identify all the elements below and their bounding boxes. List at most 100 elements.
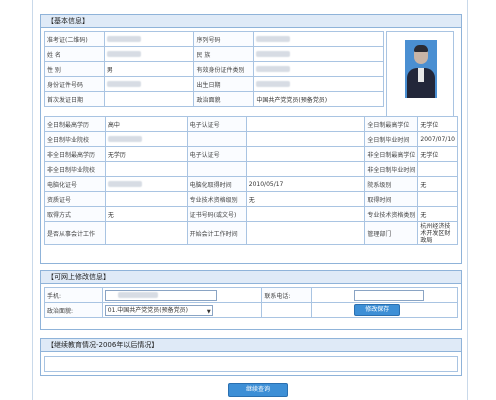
- redacted-value: [106, 51, 141, 57]
- field-label: 序列号码: [193, 31, 255, 47]
- field-label: 电脑化取得时间: [186, 176, 247, 192]
- field-value: 无: [104, 206, 188, 222]
- field-label: 电脑化证号: [44, 176, 106, 192]
- field-value: [104, 176, 188, 192]
- field-label: 姓 名: [44, 46, 105, 62]
- field-value: [103, 91, 195, 107]
- redacted-value: [256, 66, 291, 72]
- contact-input[interactable]: [354, 289, 425, 301]
- continuing-education-body: [44, 356, 458, 372]
- field-value: [253, 46, 384, 62]
- political-select[interactable]: 01.中国共产党党员(预备党员) ▼: [104, 304, 213, 316]
- field-value: 杭州经济技术开发区财政局: [417, 221, 458, 245]
- field-label: 全日制最高学位: [364, 116, 419, 132]
- redacted-value: [106, 36, 141, 42]
- table-row: 电脑化证号 电脑化取得时间 2010/05/17 院系级别无: [44, 176, 458, 192]
- field-value: [417, 191, 458, 207]
- redacted-value: [256, 51, 291, 57]
- basic-info-header: 【基本信息】: [41, 15, 461, 28]
- page-frame: 【基本信息】 准考证(二维码) 序列号码姓 名 民 族性 别男有效身份证件类别 身份证…: [32, 0, 468, 400]
- field-label: 证书号码(或文号): [186, 206, 247, 222]
- field-label: 全日制毕业时间: [364, 131, 419, 147]
- continue-query-button[interactable]: 继续查询: [228, 383, 288, 397]
- basic-info-table: 准考证(二维码) 序列号码姓 名 民 族性 别男有效身份证件类别 身份证件号码 出生日期…: [44, 31, 384, 107]
- field-label: 院系级别: [364, 176, 419, 192]
- table-row: 非全日制最高学历 无学历 电子认证号 非全日制最高学位 无学位: [44, 146, 458, 162]
- field-value: [104, 221, 188, 245]
- redacted-value: [107, 136, 142, 142]
- table-row: 性 别男有效身份证件类别: [44, 61, 384, 77]
- field-label: 是否从事会计工作: [44, 221, 106, 245]
- editable-table: 手机: 联系电话: 政治面貌: 01.中国共产党党员(预备党员) ▼ 修改保存: [44, 287, 458, 318]
- field-value: 无: [417, 176, 458, 192]
- table-row: 准考证(二维码) 序列号码: [44, 31, 384, 47]
- table-row: 是否从事会计工作 开始会计工作时间 管理部门 杭州经济技术开发区财政局: [44, 221, 458, 245]
- field-label: 有效身份证件类别: [193, 61, 255, 77]
- field-label: 取得方式: [44, 206, 106, 222]
- redacted-value: [256, 36, 291, 42]
- basic-info-section: 【基本信息】 准考证(二维码) 序列号码姓 名 民 族性 别男有效身份证件类别 身份证…: [40, 14, 462, 264]
- field-value: 2007/07/10: [417, 131, 458, 147]
- field-value: [245, 116, 366, 132]
- table-row: 政治面貌: 01.中国共产党党员(预备党员) ▼ 修改保存: [44, 302, 458, 318]
- field-label: 非全日制最高学位: [364, 146, 419, 162]
- field-value: 中国共产党党员(预备党员): [253, 91, 384, 107]
- political-cell: 01.中国共产党党员(预备党员) ▼: [101, 302, 263, 318]
- field-label: 非全日制最高学历: [44, 146, 106, 162]
- education-table: 全日制最高学历 高中 电子认证号 全日制最高学位 无学位 全日制毕业院校 全日制毕业时间 20…: [44, 116, 458, 245]
- table-row: 全日制毕业院校 全日制毕业时间 2007/07/10: [44, 131, 458, 147]
- field-value: [245, 131, 366, 147]
- field-label: 开始会计工作时间: [186, 221, 247, 245]
- field-label: 身份证件号码: [44, 76, 105, 92]
- field-label: 电子认证号: [186, 116, 247, 132]
- field-value: [253, 31, 384, 47]
- field-label: 专业技术资格类别: [364, 206, 419, 222]
- table-row: 姓 名民 族: [44, 46, 384, 62]
- redacted-value: [107, 181, 142, 187]
- contact-cell: [311, 287, 458, 303]
- field-label: 非全日制毕业时间: [364, 161, 419, 177]
- table-row: 全日制最高学历 高中 电子认证号 全日制最高学位 无学位: [44, 116, 458, 132]
- field-label: 资质证号: [44, 191, 106, 207]
- field-value: 无: [417, 206, 458, 222]
- table-row: 非全日制毕业院校 非全日制毕业时间: [44, 161, 458, 177]
- field-label: 性 别: [44, 61, 105, 77]
- redacted-value: [256, 81, 291, 87]
- field-value: [245, 206, 366, 222]
- field-value: [104, 161, 188, 177]
- save-button[interactable]: 修改保存: [354, 304, 401, 316]
- field-label: 出生日期: [193, 76, 255, 92]
- field-value: 无: [245, 191, 366, 207]
- field-value: [245, 221, 366, 245]
- table-row: 取得方式无证书号码(或文号) 专业技术资格类别无: [44, 206, 458, 222]
- table-row: 手机: 联系电话:: [44, 287, 458, 303]
- chevron-down-icon: ▼: [206, 308, 211, 315]
- table-row: 资质证号 专业技术资格级别无取得时间: [44, 191, 458, 207]
- continuing-education-header: 【继续教育情况-2006年以后情况】: [41, 339, 461, 352]
- field-value: [417, 161, 458, 177]
- table-row: 首次发证日期 政治面貌 中国共产党党员(预备党员): [44, 91, 384, 107]
- field-value: [253, 61, 384, 77]
- contact-label: 联系电话:: [261, 287, 313, 303]
- id-photo: [405, 40, 437, 98]
- field-label: 首次发证日期: [44, 91, 105, 107]
- field-label: 非全日制毕业院校: [44, 161, 106, 177]
- field-value: [103, 31, 195, 47]
- field-label: 电子认证号: [186, 146, 247, 162]
- field-value: [104, 191, 188, 207]
- field-label: [186, 161, 247, 177]
- table-row: 身份证件号码 出生日期: [44, 76, 384, 92]
- field-label: 全日制最高学历: [44, 116, 106, 132]
- field-label: 政治面貌: [193, 91, 255, 107]
- political-label: 政治面貌:: [44, 302, 103, 318]
- field-value: [245, 146, 366, 162]
- field-value: 无学位: [417, 116, 458, 132]
- phone-input[interactable]: [104, 289, 217, 301]
- field-value: 2010/05/17: [245, 176, 366, 192]
- field-value: [103, 46, 195, 62]
- political-select-value: 01.中国共产党党员(预备党员): [107, 306, 188, 314]
- editable-info-header: 【可网上修改信息】: [41, 271, 461, 284]
- field-label: 准考证(二维码): [44, 31, 105, 47]
- redacted-value: [106, 81, 141, 87]
- field-value: [104, 131, 188, 147]
